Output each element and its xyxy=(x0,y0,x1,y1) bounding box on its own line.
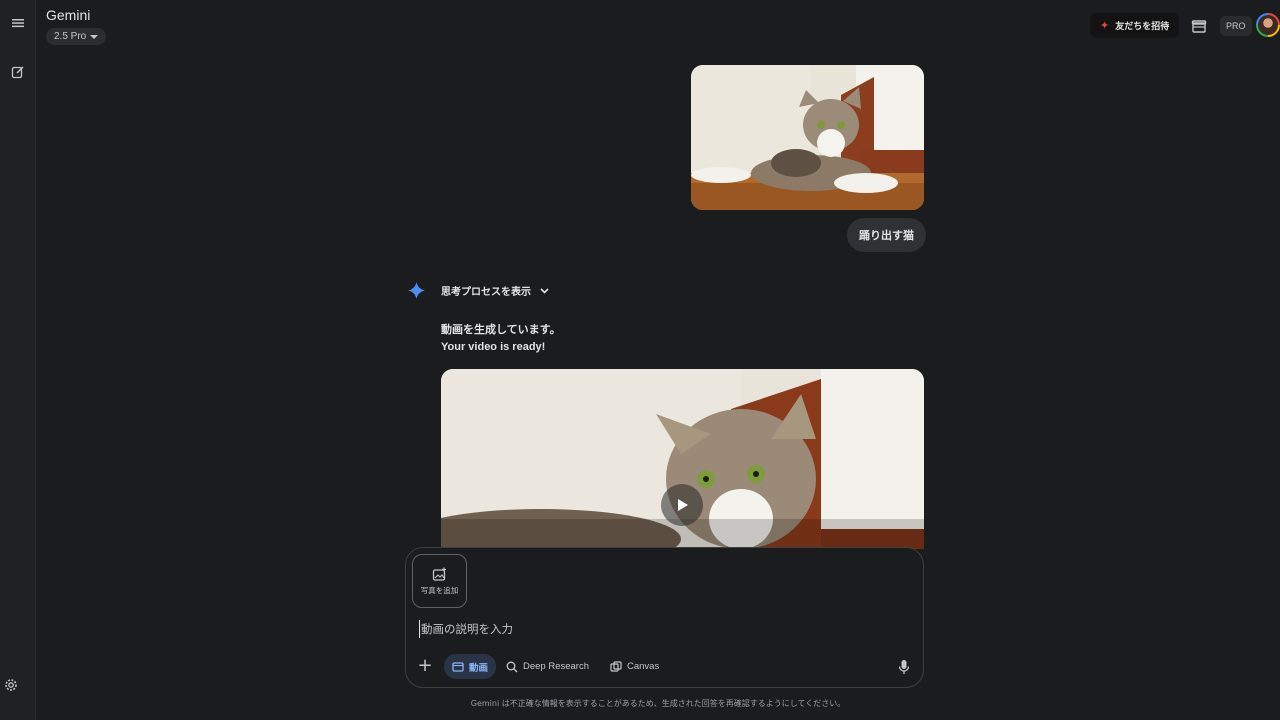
invite-friends-button[interactable]: ✦ 友だちを招待 xyxy=(1090,13,1180,38)
canvas-icon xyxy=(610,660,622,672)
uploaded-cat-photo[interactable] xyxy=(691,65,924,210)
play-icon xyxy=(678,499,688,511)
prompt-input[interactable] xyxy=(419,620,899,638)
tool-canvas-button[interactable]: Canvas xyxy=(602,654,667,679)
settings-icon[interactable] xyxy=(3,677,19,693)
tool-video-button[interactable]: 動画 xyxy=(444,654,497,679)
new-chat-icon[interactable] xyxy=(4,58,32,86)
invite-label: 友だちを招待 xyxy=(1115,22,1170,32)
model-label: 2.5 Pro xyxy=(54,31,87,42)
sidebar xyxy=(0,0,36,720)
avatar[interactable] xyxy=(1256,13,1280,37)
user-prompt-bubble: 踊り出す猫 xyxy=(847,218,926,252)
video-icon xyxy=(452,661,464,672)
add-photo-label: 写真を追加 xyxy=(420,585,459,595)
prompt-composer: 写真を追加 + 動画 Deep Research Canvas xyxy=(405,547,924,688)
tool-canvas-label: Canvas xyxy=(627,661,660,672)
tool-deep-research-button[interactable]: Deep Research xyxy=(498,654,597,679)
gemini-spark-icon xyxy=(408,282,425,299)
plus-icon[interactable]: + xyxy=(416,657,434,675)
menu-icon[interactable] xyxy=(4,9,32,37)
thinking-label: 思考プロセスを表示 xyxy=(441,287,531,298)
play-button[interactable] xyxy=(661,484,703,526)
disclaimer-text: Gemini は不正確な情報を表示することがあるため、生成された回答を再確認する… xyxy=(470,699,846,708)
plan-badge: PRO xyxy=(1220,16,1252,36)
response-text: Your video is ready! xyxy=(441,341,546,353)
app-title: Gemini xyxy=(46,7,91,23)
model-selector[interactable]: 2.5 Pro xyxy=(46,28,107,45)
tool-deep-research-label: Deep Research xyxy=(523,661,590,672)
microphone-icon[interactable] xyxy=(897,659,911,675)
tool-video-label: 動画 xyxy=(469,662,489,674)
show-thinking-toggle[interactable]: 思考プロセスを表示 xyxy=(441,283,550,298)
add-photo-button[interactable]: 写真を追加 xyxy=(412,554,467,608)
caret-down-icon xyxy=(90,34,99,39)
response-text: 動画を生成しています。 xyxy=(441,323,561,336)
gift-icon[interactable] xyxy=(1190,17,1208,35)
chevron-down-icon xyxy=(540,288,549,294)
add-image-icon xyxy=(432,567,446,581)
deep-research-icon xyxy=(506,661,518,672)
spark-icon: ✦ xyxy=(1100,19,1110,32)
